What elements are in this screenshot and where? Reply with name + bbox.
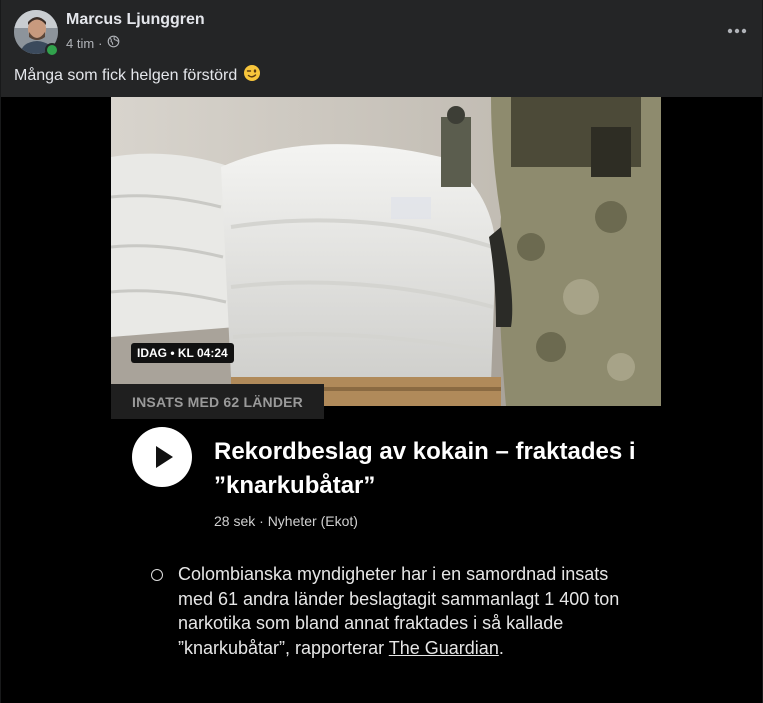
time-badge: IDAG • KL 04:24 [131, 343, 234, 363]
post-caption: Många som fick helgen förstörd [14, 64, 261, 87]
post-card: Marcus Ljunggren 4 tim · Många som fick … [1, 0, 762, 703]
bullet-icon [151, 569, 163, 581]
play-button[interactable] [132, 427, 192, 487]
globe-icon[interactable] [107, 35, 120, 51]
article-meta: 28 sek · Nyheter (Ekot) [214, 513, 358, 529]
post-header: Marcus Ljunggren 4 tim · [1, 0, 762, 62]
post-meta: 4 tim · [66, 35, 120, 51]
category-tag: INSATS MED 62 LÄNDER [132, 394, 303, 410]
article-body-end: . [498, 637, 504, 658]
online-status-dot [45, 43, 59, 57]
play-icon [156, 446, 173, 468]
article-headline[interactable]: Rekordbeslag av kokain – fraktades i ”kn… [214, 435, 654, 503]
article-body: Colombianska myndigheter har i en samord… [178, 562, 648, 660]
author-name[interactable]: Marcus Ljunggren [66, 11, 205, 29]
source-link[interactable]: The Guardian [389, 638, 499, 658]
more-options-icon[interactable] [724, 18, 750, 44]
post-time[interactable]: 4 tim [66, 36, 94, 51]
winking-face-icon [243, 64, 261, 87]
meta-separator: · [98, 35, 103, 51]
caption-text: Många som fick helgen förstörd [14, 66, 238, 84]
post-media[interactable]: IDAG • KL 04:24 INSATS MED 62 LÄNDER Rek… [1, 97, 762, 703]
